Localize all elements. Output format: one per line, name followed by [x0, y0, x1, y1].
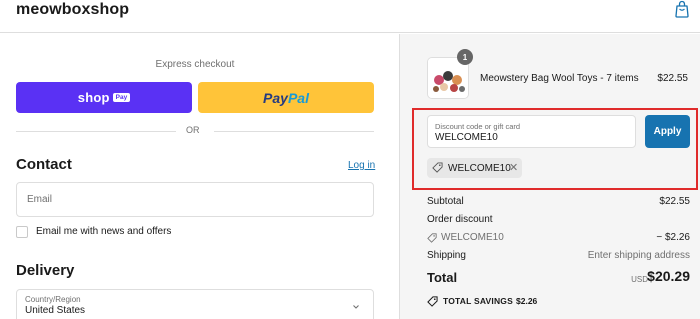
- shop-pay-wordmark: shop: [77, 90, 110, 105]
- newsletter-label[interactable]: Email me with news and offers: [36, 226, 171, 237]
- or-divider-right: [214, 131, 374, 132]
- email-field[interactable]: [16, 182, 374, 217]
- total-value: $20.29: [647, 268, 690, 284]
- shop-pay-badge: Pay: [112, 93, 131, 102]
- delivery-heading: Delivery: [16, 262, 75, 279]
- newsletter-checkbox[interactable]: [16, 226, 28, 238]
- contact-heading: Contact: [16, 156, 72, 173]
- subtotal-value: $22.55: [659, 196, 690, 207]
- discount-amount: − $2.26: [656, 232, 690, 243]
- applied-discount-code: WELCOME10: [448, 163, 511, 174]
- discount-code-value: WELCOME10: [435, 132, 498, 143]
- login-link[interactable]: Log in: [348, 160, 375, 171]
- order-summary: 1 Meowstery Bag Wool Toys - 7 items $22.…: [399, 34, 700, 319]
- apply-discount-button[interactable]: Apply: [645, 115, 690, 148]
- product-name: Meowstery Bag Wool Toys - 7 items: [480, 73, 639, 84]
- shopping-bag-icon[interactable]: [674, 0, 690, 18]
- country-select-value: United States: [25, 305, 86, 316]
- total-currency: USD: [631, 275, 648, 284]
- total-savings-value: $2.26: [516, 296, 538, 306]
- checkout-form-column: Express checkout shop Pay Pay Pal OR Cont…: [0, 34, 399, 319]
- site-header: meowboxshop: [0, 0, 700, 33]
- quantity-badge: 1: [457, 49, 473, 65]
- shop-pay-button[interactable]: shop Pay: [16, 82, 192, 113]
- total-savings-label: TOTAL SAVINGS: [443, 296, 513, 306]
- paypal-button[interactable]: Pay Pal: [198, 82, 374, 113]
- country-select-label: Country/Region: [25, 295, 81, 304]
- paypal-wordmark-part2: Pal: [287, 89, 309, 106]
- discount-code-label: Discount code or gift card: [435, 122, 521, 131]
- or-divider-left: [16, 131, 176, 132]
- paypal-wordmark-part1: Pay: [263, 89, 288, 106]
- chevron-down-icon: [353, 305, 359, 309]
- express-checkout-label: Express checkout: [155, 59, 235, 70]
- discount-code-row: WELCOME10: [441, 232, 504, 243]
- tag-icon: [432, 162, 443, 173]
- discount-code-input[interactable]: Discount code or gift card WELCOME10: [427, 115, 636, 148]
- store-logo[interactable]: meowboxshop: [16, 1, 129, 19]
- subtotal-label: Subtotal: [427, 196, 464, 207]
- remove-discount-icon[interactable]: ✕: [509, 161, 518, 174]
- discount-tag-icon: [427, 233, 437, 243]
- country-select[interactable]: Country/Region United States: [16, 289, 374, 319]
- order-discount-label: Order discount: [427, 214, 493, 225]
- shipping-value: Enter shipping address: [587, 250, 690, 261]
- shipping-label: Shipping: [427, 250, 466, 261]
- savings-tag-icon: [427, 296, 438, 307]
- total-label: Total: [427, 270, 458, 285]
- applied-discount-tag: WELCOME10 ✕: [427, 158, 522, 178]
- product-price: $22.55: [657, 73, 688, 84]
- or-divider-text: OR: [186, 125, 200, 135]
